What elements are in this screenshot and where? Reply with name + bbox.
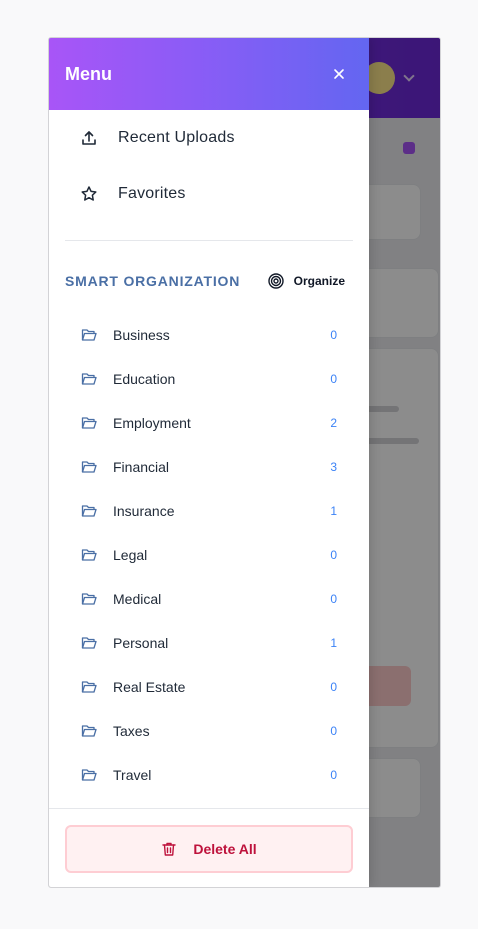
upload-icon [80, 129, 98, 147]
folder-count: 0 [330, 680, 337, 694]
folder-name: Medical [113, 591, 162, 607]
folder-item-legal[interactable]: Legal 0 [49, 533, 369, 577]
folder-count: 0 [330, 328, 337, 342]
folder-item-education[interactable]: Education 0 [49, 357, 369, 401]
nav-item-label: Favorites [118, 185, 186, 202]
star-icon [80, 185, 98, 203]
trash-icon [162, 842, 177, 856]
drawer-header: Menu [49, 38, 369, 110]
folder-name: Insurance [113, 503, 175, 519]
delete-all-button[interactable]: Delete All [65, 825, 353, 873]
nav-item-favorites[interactable]: Favorites [49, 166, 369, 222]
folder-item-travel[interactable]: Travel 0 [49, 753, 369, 797]
folder-icon [81, 591, 97, 607]
folder-icon [81, 459, 97, 475]
folder-name: Employment [113, 415, 191, 431]
folder-item-employment[interactable]: Employment 2 [49, 401, 369, 445]
close-icon [334, 69, 344, 79]
folder-name: Financial [113, 459, 170, 475]
folder-icon [81, 327, 97, 343]
nav-item-label: Recent Uploads [118, 129, 235, 146]
folder-name: Real Estate [113, 679, 186, 695]
side-drawer: Menu Recent Uploads Favorites SMART ORGA… [49, 38, 369, 887]
folder-item-financial[interactable]: Financial 3 [49, 445, 369, 489]
folder-count: 0 [330, 372, 337, 386]
folder-icon [81, 723, 97, 739]
folder-name: Business [113, 327, 170, 343]
folder-count: 1 [330, 636, 337, 650]
folder-item-insurance[interactable]: Insurance 1 [49, 489, 369, 533]
folder-icon [81, 767, 97, 783]
folder-count: 0 [330, 548, 337, 562]
folder-count: 0 [330, 768, 337, 782]
folder-name: Travel [113, 767, 152, 783]
organize-button[interactable]: Organize [267, 273, 345, 289]
folder-icon [81, 415, 97, 431]
close-button[interactable] [325, 60, 353, 88]
section-title: SMART ORGANIZATION [65, 273, 241, 289]
folder-item-medical[interactable]: Medical 0 [49, 577, 369, 621]
folder-count: 1 [330, 504, 337, 518]
folder-name: Education [113, 371, 176, 387]
folder-icon [81, 371, 97, 387]
folder-count: 0 [330, 592, 337, 606]
nav-item-recent-uploads[interactable]: Recent Uploads [49, 110, 369, 166]
smart-organization-header: SMART ORGANIZATION Organize [49, 241, 369, 321]
folder-count: 3 [330, 460, 337, 474]
folder-item-real-estate[interactable]: Real Estate 0 [49, 665, 369, 709]
folder-name: Legal [113, 547, 148, 563]
target-icon [267, 273, 284, 289]
organize-label: Organize [293, 274, 345, 288]
folder-item-business[interactable]: Business 0 [49, 313, 369, 357]
folder-icon [81, 503, 97, 519]
folder-list: Business 0 Education 0 Employment 2 Fina… [49, 313, 369, 797]
folder-item-personal[interactable]: Personal 1 [49, 621, 369, 665]
app-window: Menu Recent Uploads Favorites SMART ORGA… [48, 37, 441, 888]
folder-count: 0 [330, 724, 337, 738]
folder-name: Taxes [113, 723, 150, 739]
folder-icon [81, 547, 97, 563]
folder-icon [81, 679, 97, 695]
folder-name: Personal [113, 635, 169, 651]
folder-count: 2 [330, 416, 337, 430]
drawer-title: Menu [65, 63, 112, 84]
folder-icon [81, 635, 97, 651]
drawer-footer: Delete All [49, 808, 369, 887]
delete-all-label: Delete All [193, 841, 257, 857]
folder-item-taxes[interactable]: Taxes 0 [49, 709, 369, 753]
